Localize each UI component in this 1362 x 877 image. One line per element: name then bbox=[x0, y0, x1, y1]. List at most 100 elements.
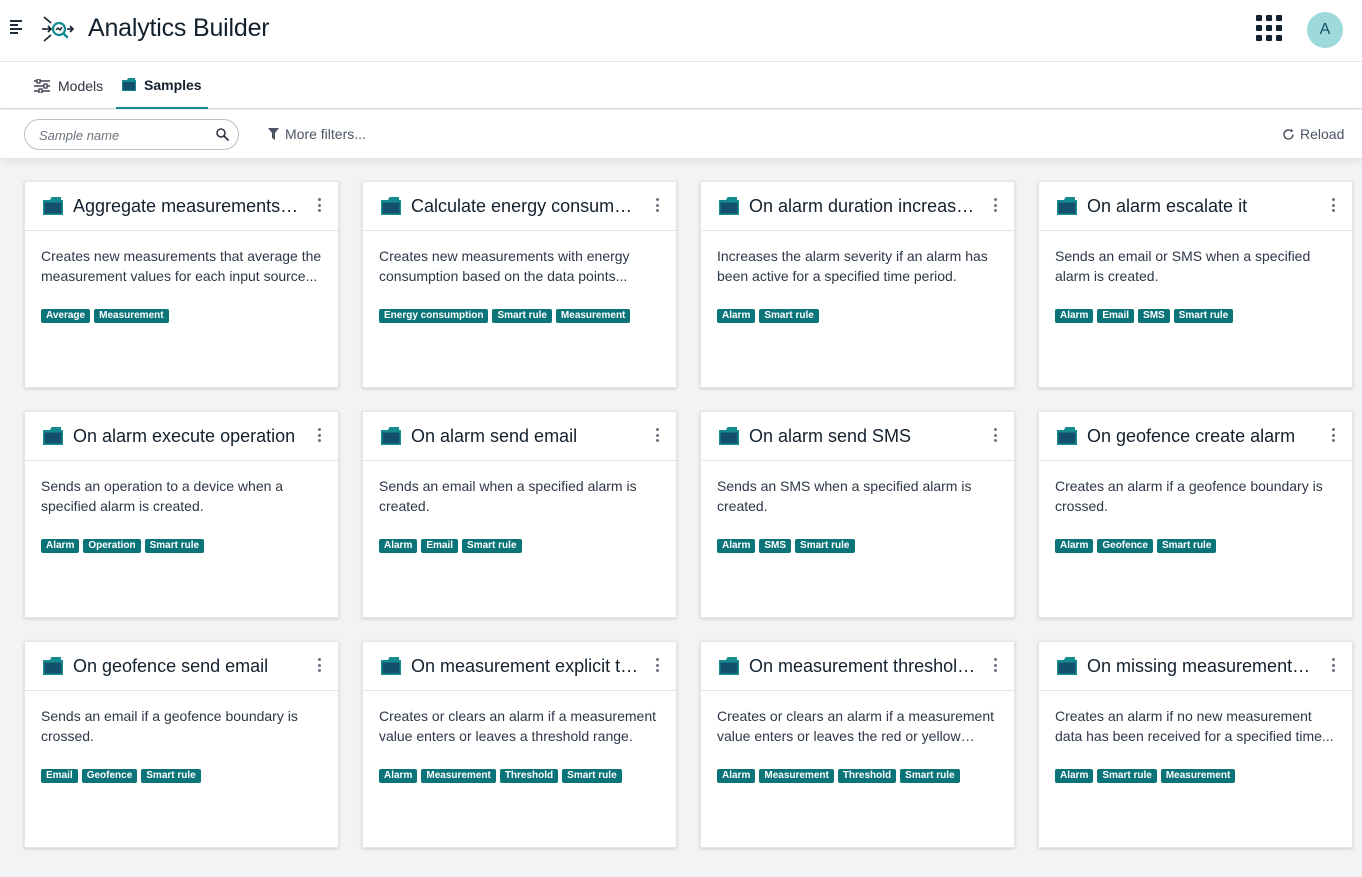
sample-card[interactable]: On missing measurements create alarm Cre… bbox=[1038, 641, 1353, 848]
tag-badge: Smart rule bbox=[141, 769, 201, 783]
card-header: On missing measurements create alarm bbox=[1039, 642, 1352, 691]
sample-card[interactable]: Calculate energy consumption Creates new… bbox=[362, 181, 677, 388]
menu-toggle-icon[interactable] bbox=[10, 20, 24, 34]
more-options-icon[interactable] bbox=[318, 198, 322, 212]
sample-card[interactable]: On alarm duration increase severity Incr… bbox=[700, 181, 1015, 388]
refresh-icon bbox=[1282, 128, 1295, 141]
card-title: On alarm duration increase severity bbox=[749, 195, 977, 216]
reload-button[interactable]: Reload bbox=[1282, 126, 1344, 142]
card-description: Creates or clears an alarm if a measurem… bbox=[701, 691, 1014, 769]
card-description: Sends an email when a specified alarm is… bbox=[363, 461, 676, 539]
tag-badge: Geofence bbox=[81, 769, 138, 783]
card-description-text: Creates an alarm if a geofence boundary … bbox=[1055, 478, 1323, 514]
card-header: On alarm send email bbox=[363, 412, 676, 461]
folder-icon bbox=[381, 197, 401, 215]
card-tags: Alarm SMS Smart rule bbox=[701, 539, 1001, 559]
card-header: On alarm escalate it bbox=[1039, 182, 1352, 231]
tag-badge: Alarm bbox=[379, 769, 418, 783]
card-tags: Alarm Measurement Threshold Smart rule bbox=[363, 769, 663, 789]
card-header: On alarm execute operation bbox=[25, 412, 338, 461]
more-options-icon[interactable] bbox=[1332, 198, 1336, 212]
sample-card[interactable]: On alarm execute operation Sends an oper… bbox=[24, 411, 339, 618]
folder-icon bbox=[1057, 197, 1077, 215]
sample-card[interactable]: On geofence send email Sends an email if… bbox=[24, 641, 339, 848]
tab-models[interactable]: Models bbox=[34, 62, 103, 109]
card-description: Sends an SMS when a specified alarm is c… bbox=[701, 461, 1014, 539]
search-input[interactable] bbox=[39, 125, 209, 145]
folder-icon bbox=[122, 78, 136, 91]
tag-badge: Smart rule bbox=[462, 539, 522, 553]
card-description-text: Creates or clears an alarm if a measurem… bbox=[717, 708, 994, 744]
card-header: On alarm send SMS bbox=[701, 412, 1014, 461]
more-options-icon[interactable] bbox=[1332, 428, 1336, 442]
sample-card[interactable]: On measurement explicit threshold create… bbox=[362, 641, 677, 848]
card-header: On alarm duration increase severity bbox=[701, 182, 1014, 231]
card-tags: Alarm Email Smart rule bbox=[363, 539, 663, 559]
more-options-icon[interactable] bbox=[994, 428, 998, 442]
card-tags: Alarm Geofence Smart rule bbox=[1039, 539, 1339, 559]
card-title: On geofence send email bbox=[73, 655, 269, 676]
folder-icon bbox=[43, 427, 63, 445]
card-description: Creates an alarm if no new measurement d… bbox=[1039, 691, 1352, 769]
tab-samples[interactable]: Samples bbox=[116, 62, 208, 109]
more-options-icon[interactable] bbox=[994, 198, 998, 212]
sample-card[interactable]: On alarm send email Sends an email when … bbox=[362, 411, 677, 618]
tag-badge: Threshold bbox=[499, 769, 559, 783]
card-description: Creates an alarm if a geofence boundary … bbox=[1039, 461, 1352, 539]
card-title: On measurement explicit threshold create… bbox=[411, 655, 639, 676]
sample-card[interactable]: On alarm escalate it Sends an email or S… bbox=[1038, 181, 1353, 388]
sliders-icon bbox=[34, 78, 50, 93]
tag-badge: Smart rule bbox=[759, 309, 819, 323]
analytics-builder-logo bbox=[42, 16, 74, 42]
filter-icon bbox=[268, 128, 279, 140]
more-options-icon[interactable] bbox=[656, 198, 660, 212]
sample-card[interactable]: Aggregate measurements over time Creates… bbox=[24, 181, 339, 388]
card-description: Creates or clears an alarm if a measurem… bbox=[363, 691, 676, 769]
card-description: Increases the alarm severity if an alarm… bbox=[701, 231, 1014, 309]
card-tags: Energy consumption Smart rule Measurement bbox=[363, 309, 663, 329]
folder-icon bbox=[719, 197, 739, 215]
folder-icon bbox=[1057, 427, 1077, 445]
more-options-icon[interactable] bbox=[994, 658, 998, 672]
tag-badge: Average bbox=[41, 309, 91, 323]
tag-badge: Smart rule bbox=[492, 309, 552, 323]
sample-card[interactable]: On measurement threshold create alarm Cr… bbox=[700, 641, 1015, 848]
card-description: Creates new measurements with energy con… bbox=[363, 231, 676, 309]
tag-badge: Alarm bbox=[379, 539, 418, 553]
card-header: On geofence send email bbox=[25, 642, 338, 691]
more-options-icon[interactable] bbox=[656, 428, 660, 442]
folder-icon bbox=[43, 197, 63, 215]
tag-badge: Measurement bbox=[555, 309, 631, 323]
search-icon[interactable] bbox=[216, 128, 229, 146]
tag-badge: Email bbox=[421, 539, 459, 553]
card-description-text: Sends an operation to a device when a sp… bbox=[41, 478, 284, 514]
tag-badge: Operation bbox=[83, 539, 141, 553]
folder-icon bbox=[1057, 657, 1077, 675]
user-avatar[interactable]: A bbox=[1307, 12, 1343, 48]
folder-icon bbox=[719, 427, 739, 445]
top-bar: Analytics Builder A bbox=[0, 0, 1362, 62]
tag-badge: Geofence bbox=[1097, 539, 1153, 553]
app-switcher-icon[interactable] bbox=[1256, 15, 1282, 41]
tag-badge: Smart rule bbox=[1173, 309, 1234, 323]
tag-badge: Alarm bbox=[1055, 539, 1094, 553]
sample-card[interactable]: On geofence create alarm Creates an alar… bbox=[1038, 411, 1353, 618]
tag-badge: Email bbox=[1097, 309, 1135, 323]
more-options-icon[interactable] bbox=[1332, 658, 1336, 672]
card-tags: Email Geofence Smart rule bbox=[25, 769, 325, 789]
sample-card[interactable]: On alarm send SMS Sends an SMS when a sp… bbox=[700, 411, 1015, 618]
more-options-icon[interactable] bbox=[318, 658, 322, 672]
more-options-icon[interactable] bbox=[318, 428, 322, 442]
card-description-text: Creates an alarm if no new measurement d… bbox=[1055, 708, 1334, 744]
card-description-text: Sends an email when a specified alarm is… bbox=[379, 478, 637, 514]
more-options-icon[interactable] bbox=[656, 658, 660, 672]
card-header: Aggregate measurements over time bbox=[25, 182, 338, 231]
card-tags: Average Measurement bbox=[25, 309, 325, 329]
more-filters-button[interactable]: More filters... bbox=[268, 126, 366, 142]
card-description-text: Creates new measurements with energy con… bbox=[379, 248, 630, 284]
app-title: Analytics Builder bbox=[88, 14, 270, 42]
card-tags: Alarm Smart rule Measurement bbox=[1039, 769, 1339, 789]
card-description: Sends an operation to a device when a sp… bbox=[25, 461, 338, 539]
tag-badge: Energy consumption bbox=[379, 309, 489, 323]
card-title: On alarm send SMS bbox=[749, 425, 912, 446]
